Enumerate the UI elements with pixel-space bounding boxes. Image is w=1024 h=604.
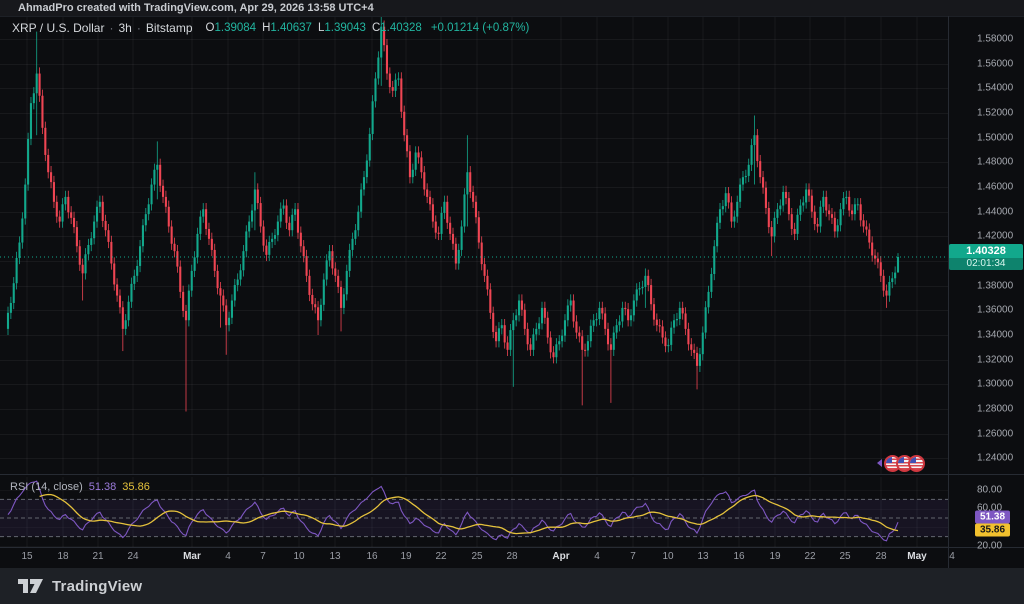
price-axis-label: 1.48000 xyxy=(977,157,1013,168)
time-axis-label: 18 xyxy=(43,551,83,562)
price-axis-label: 1.32000 xyxy=(977,355,1013,366)
price-axis-label: 1.42000 xyxy=(977,231,1013,242)
time-axis-label: 21 xyxy=(78,551,118,562)
rsi-band xyxy=(0,499,948,536)
current-price-label: 1.40328 02:01:34 xyxy=(949,244,1023,270)
time-axis-label: May xyxy=(897,551,937,562)
time-axis-label: 10 xyxy=(648,551,688,562)
time-axis-label: Mar xyxy=(172,551,212,562)
tradingview-logo-icon[interactable] xyxy=(18,577,44,595)
time-axis-label: 28 xyxy=(861,551,901,562)
rsi-ma-axis-value-label: 35.86 xyxy=(975,524,1010,537)
time-scale[interactable]: 15182124Mar4710131619222528Apr4710131619… xyxy=(0,548,1024,568)
rsi-axis-value-label: 51.38 xyxy=(975,511,1010,524)
time-axis-label: 25 xyxy=(825,551,865,562)
legend-separator: · xyxy=(109,21,113,35)
us-flag-event-icon[interactable] xyxy=(908,455,925,472)
time-axis-label: 19 xyxy=(386,551,426,562)
collapse-arrow-icon[interactable] xyxy=(877,459,882,467)
time-axis-label: 4 xyxy=(932,551,972,562)
ohlc-values: O1.39084 H1.40637 L1.39043 C1.40328 xyxy=(206,22,422,34)
time-axis-label: 16 xyxy=(719,551,759,562)
price-axis-label: 1.52000 xyxy=(977,108,1013,119)
grid-lines xyxy=(0,16,948,547)
current-price-value: 1.40328 xyxy=(949,244,1023,258)
legend-ohlc-item: C1.40328 xyxy=(372,22,422,34)
price-axis-label: 1.34000 xyxy=(977,330,1013,341)
event-markers xyxy=(877,454,925,472)
rsi-legend: RSI (14, close) 51.38 35.86 xyxy=(10,481,150,493)
rsi-current-value: 51.38 xyxy=(89,481,117,493)
legend-ohlc-item: O1.39084 xyxy=(206,22,257,34)
time-axis-label: 24 xyxy=(113,551,153,562)
interval-label[interactable]: 3h xyxy=(118,21,131,35)
time-axis-label: 13 xyxy=(683,551,723,562)
time-axis-label: 13 xyxy=(315,551,355,562)
bar-countdown: 02:01:34 xyxy=(949,258,1023,270)
legend-ohlc-item: H1.40637 xyxy=(262,22,312,34)
time-axis-label: 19 xyxy=(755,551,795,562)
time-axis-label: 10 xyxy=(279,551,319,562)
price-axis-label: 1.44000 xyxy=(977,207,1013,218)
price-axis-label: 1.36000 xyxy=(977,305,1013,316)
brand-wordmark[interactable]: TradingView xyxy=(52,578,142,595)
time-axis-label: 22 xyxy=(421,551,461,562)
price-axis-label: 1.58000 xyxy=(977,34,1013,45)
time-axis-label: Apr xyxy=(541,551,581,562)
price-axis-label: 1.26000 xyxy=(977,429,1013,440)
time-axis-label: 4 xyxy=(208,551,248,562)
price-axis-label: 1.30000 xyxy=(977,379,1013,390)
attribution-text: AhmadPro created with TradingView.com, A… xyxy=(18,2,374,14)
time-axis-label: 25 xyxy=(457,551,497,562)
price-axis-label: 80.00 xyxy=(977,485,1002,496)
time-axis-label: 7 xyxy=(243,551,283,562)
symbol-title[interactable]: XRP / U.S. Dollar xyxy=(12,21,104,35)
symbol-legend: XRP / U.S. Dollar · 3h · Bitstamp O1.390… xyxy=(12,21,529,35)
candles xyxy=(7,12,899,412)
price-scale[interactable]: 1.40328 02:01:34 51.38 35.86 1.58000 1.56… xyxy=(948,16,1024,568)
price-axis-label: 1.46000 xyxy=(977,182,1013,193)
price-axis-label: 1.38000 xyxy=(977,281,1013,292)
time-axis-label: 22 xyxy=(790,551,830,562)
change-value: +0.01214 (+0.87%) xyxy=(431,22,529,34)
price-axis-label: 1.54000 xyxy=(977,83,1013,94)
time-axis-label: 4 xyxy=(577,551,617,562)
chart-canvas[interactable] xyxy=(0,0,1024,604)
legend-ohlc-item: L1.39043 xyxy=(318,22,366,34)
attribution-bar: AhmadPro created with TradingView.com, A… xyxy=(0,0,1024,16)
price-axis-label: 1.28000 xyxy=(977,404,1013,415)
time-axis-label: 28 xyxy=(492,551,532,562)
rsi-indicator-name[interactable]: RSI (14, close) xyxy=(10,481,83,493)
exchange-label[interactable]: Bitstamp xyxy=(146,21,193,35)
rsi-ma-value: 35.86 xyxy=(122,481,150,493)
price-axis-label: 1.24000 xyxy=(977,453,1013,464)
time-axis-label: 15 xyxy=(7,551,47,562)
time-axis-label: 7 xyxy=(613,551,653,562)
tradingview-snapshot: AhmadPro created with TradingView.com, A… xyxy=(0,0,1024,604)
footer-bar: TradingView xyxy=(0,568,1024,604)
price-axis-label: 1.50000 xyxy=(977,133,1013,144)
legend-separator: · xyxy=(137,21,141,35)
price-axis-label: 1.56000 xyxy=(977,59,1013,70)
